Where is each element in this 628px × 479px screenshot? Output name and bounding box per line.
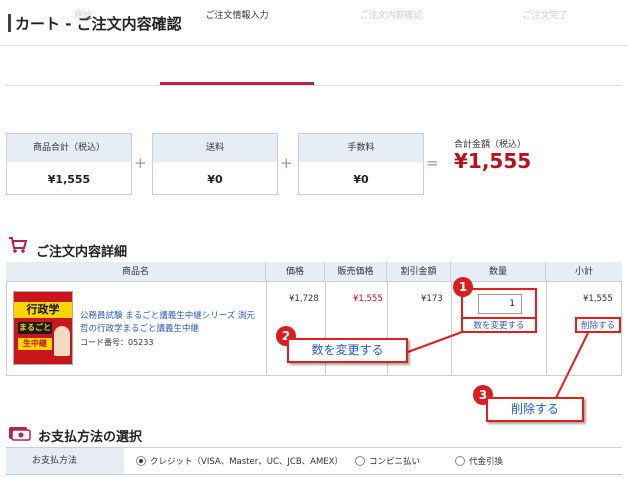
annotation-badge-1: 1 [453, 277, 473, 297]
payment-method-label: お支払方法 [6, 448, 124, 474]
annotation-callout-2: 数を変更する [287, 338, 408, 363]
payment-icon [8, 425, 34, 445]
payment-heading: お支払方法の選択 [38, 430, 143, 445]
payment-radio-cod[interactable] [455, 456, 465, 466]
payment-option-cod[interactable]: 代金引換 [469, 455, 503, 467]
payment-option-credit[interactable]: クレジット（VISA、Master、UC、JCB、AMEX） [150, 455, 343, 467]
payment-radio-credit[interactable] [136, 456, 146, 466]
payment-radio-convenience[interactable] [355, 456, 365, 466]
payment-option-convenience[interactable]: コンビニ払い [369, 455, 420, 467]
annotation-callout-3: 削除する [486, 397, 584, 422]
